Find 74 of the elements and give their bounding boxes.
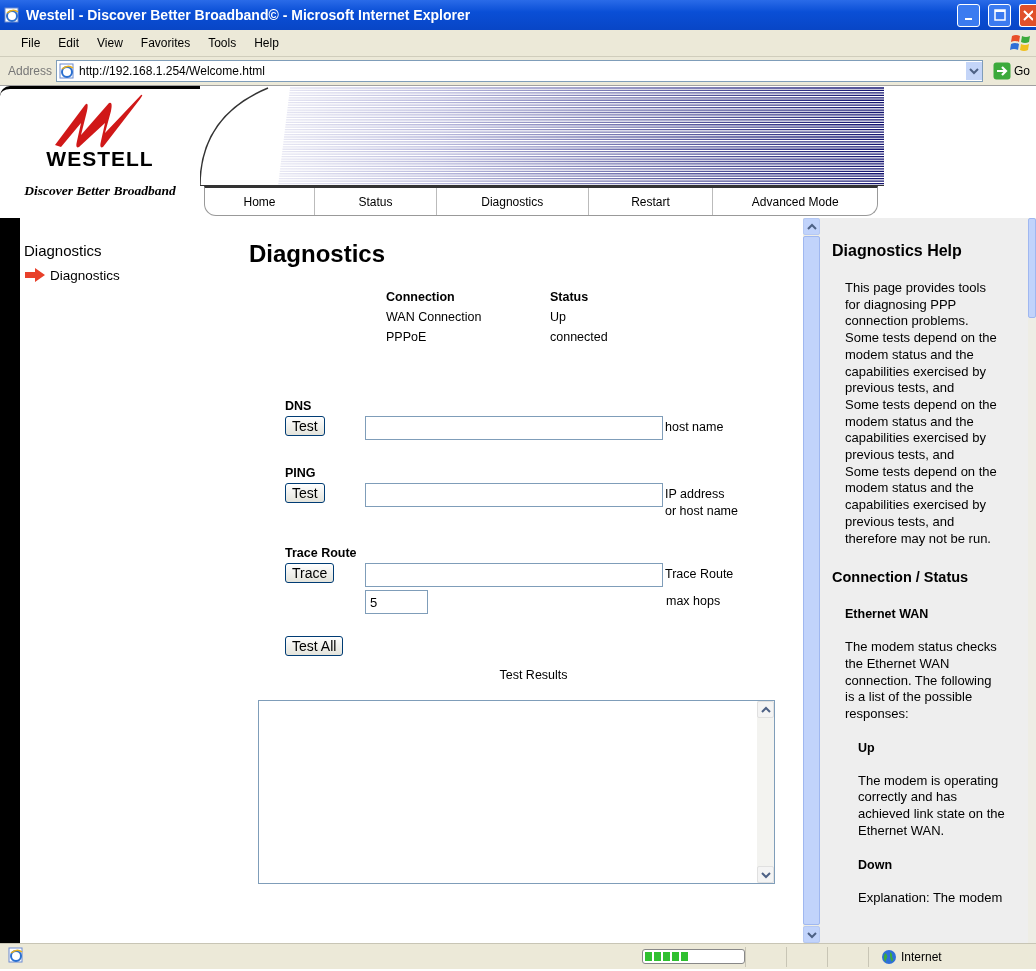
field-hint: IP address (665, 486, 726, 503)
go-arrow-icon (993, 62, 1011, 80)
table-cell-text: WAN Connection (386, 310, 483, 324)
results-label: Test Results (499, 668, 568, 682)
scroll-down-icon[interactable] (757, 866, 774, 883)
close-icon (1023, 9, 1033, 21)
column-header: Connection (386, 290, 456, 304)
field-hint: Trace Route (665, 566, 734, 583)
help-title: Diagnostics Help (832, 242, 963, 260)
help-paragraph: The modem is operating correctly and has achieved link state on the Ethernet WAN. (858, 772, 1006, 840)
help-paragraph: Some tests depend on the modem status and the capabilities exercised by previous tests, and (845, 396, 998, 464)
window-title: Westell - Discover Better Broadband© - Microsoft Internet Explorer (26, 7, 472, 23)
nav-tab[interactable]: Diagnostics (436, 188, 589, 215)
scroll-up-icon[interactable] (757, 701, 774, 718)
help-heading: Connection / Status (832, 569, 970, 586)
dropdown-icon[interactable] (966, 62, 982, 80)
field-hint: or host name (665, 503, 738, 520)
minimize-icon (965, 18, 972, 20)
browser-icon (4, 7, 20, 23)
nav-tab[interactable]: Advanced Mode (713, 188, 877, 215)
field-hint: host name (665, 419, 724, 436)
address-label: Address (8, 64, 53, 78)
input-field[interactable] (365, 563, 663, 587)
address-field[interactable]: http://192.168.1.254/Welcome.html (56, 60, 983, 82)
help-paragraph: Explanation: The modem (858, 889, 1004, 907)
nav-tab[interactable]: Home (205, 188, 315, 215)
input-field[interactable] (365, 483, 663, 507)
table-cell-text: PPPoE (386, 330, 428, 344)
help-term: Up (858, 740, 876, 755)
menu-item[interactable]: Tools (199, 36, 246, 50)
help-term: Down (858, 857, 894, 872)
menu-item[interactable]: Edit (49, 36, 89, 50)
page-icon (59, 63, 76, 79)
tagline: Discover Better Broadband (24, 183, 176, 199)
go-button[interactable]: Go (987, 61, 1036, 81)
help-paragraph: This page provides tools for diagnosing PPP connection problems. Some tests depend on the modem status and the capabilities exercised by previous tests, and (845, 280, 998, 397)
page-icon (8, 947, 24, 963)
table-cell-text: connected (550, 330, 609, 344)
maximize-button[interactable] (988, 3, 1011, 27)
windows-flag-icon (1010, 33, 1032, 53)
test-all-button[interactable]: Test All (285, 636, 344, 656)
menu-item[interactable]: File (12, 36, 50, 50)
test-button[interactable]: Test (285, 483, 325, 503)
globe-icon (881, 948, 897, 965)
menu-item[interactable]: Favorites (131, 36, 200, 50)
table-cell-text: Up (550, 310, 567, 324)
minimize-button[interactable] (957, 3, 980, 27)
close-button[interactable] (1019, 3, 1036, 27)
menu-item[interactable]: View (88, 36, 132, 50)
help-paragraph: therefore may not be run. (845, 530, 992, 548)
input-field[interactable]: 5 (365, 590, 428, 614)
test-button[interactable]: Test (285, 416, 325, 436)
section-label: PING (285, 466, 317, 480)
scrollbar-thumb[interactable] (1028, 218, 1036, 318)
sidebar-item[interactable]: Diagnostics (50, 267, 120, 283)
scroll-up-icon[interactable] (803, 218, 820, 235)
menu-item[interactable]: Help (245, 36, 288, 50)
scrollbar[interactable] (1028, 218, 1036, 943)
input-field[interactable] (365, 416, 663, 440)
section-label: DNS (285, 399, 313, 413)
field-hint: max hops (666, 593, 721, 610)
zone-label: Internet (901, 949, 942, 964)
help-subheading: Ethernet WAN (845, 607, 930, 622)
help-paragraph: The modem status checks the Ethernet WAN connection. The following is a list of the possible responses: (845, 639, 998, 723)
brand-name: WESTELL (46, 147, 154, 171)
column-header: Status (550, 290, 590, 304)
maximize-icon (993, 9, 1006, 21)
nav-tab[interactable]: Restart (588, 188, 714, 215)
test-button[interactable]: Trace (285, 563, 335, 583)
scroll-down-icon[interactable] (803, 926, 820, 943)
nav-tab[interactable]: Status (315, 188, 437, 215)
section-label: Trace Route (285, 546, 358, 560)
page-title: Diagnostics (249, 240, 387, 268)
sidebar-title: Diagnostics (24, 242, 103, 259)
